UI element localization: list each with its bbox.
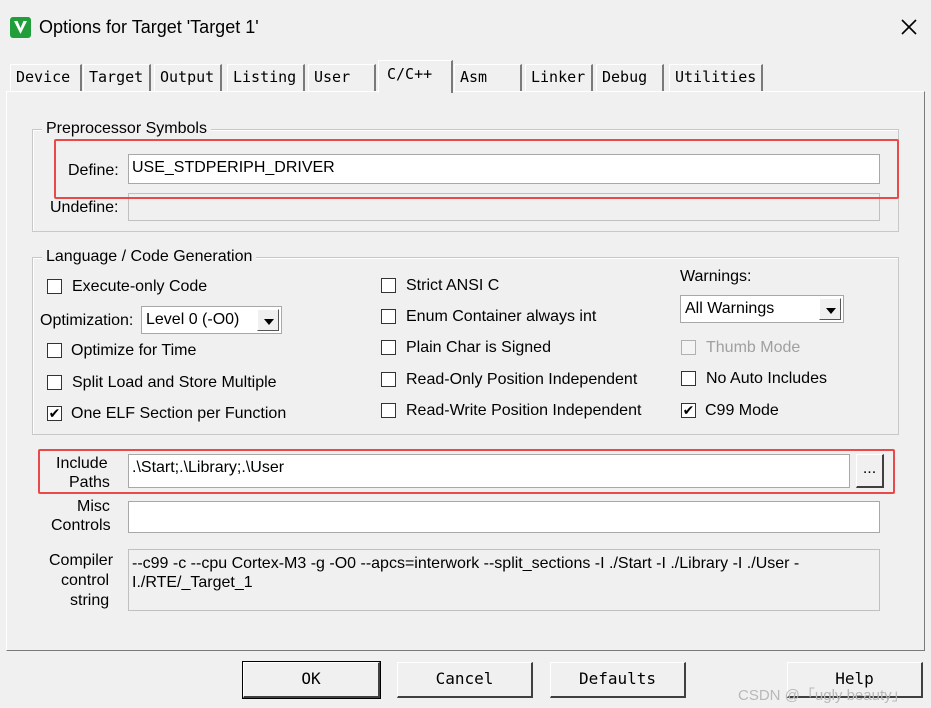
execute-only-label: Execute-only Code bbox=[72, 278, 208, 295]
define-highlight-box bbox=[54, 139, 899, 199]
tab-c-cpp[interactable]: C/C++ bbox=[378, 60, 453, 93]
misc-controls-label-2: Controls bbox=[51, 517, 111, 534]
close-button[interactable] bbox=[896, 14, 922, 40]
c99-mode-checkbox[interactable]: ✔ bbox=[681, 403, 696, 418]
chevron-down-icon[interactable] bbox=[819, 298, 841, 320]
window-title: Options for Target 'Target 1' bbox=[39, 17, 259, 37]
tab-listing[interactable]: Listing bbox=[227, 64, 305, 91]
rw-position-label: Read-Write Position Independent bbox=[406, 402, 642, 419]
tab-output[interactable]: Output bbox=[154, 64, 222, 91]
tab-target[interactable]: Target bbox=[83, 64, 151, 91]
rw-position-checkbox[interactable] bbox=[381, 403, 396, 418]
optimize-time-label: Optimize for Time bbox=[71, 342, 197, 359]
tab-debug[interactable]: Debug bbox=[596, 64, 664, 91]
tab-device[interactable]: Device bbox=[10, 64, 82, 91]
misc-controls-label-1: Misc bbox=[77, 498, 110, 515]
split-load-checkbox[interactable] bbox=[47, 375, 62, 390]
keil-uvision-icon bbox=[10, 17, 31, 38]
tab-strip: Device Target Output Listing User C/C++ … bbox=[0, 60, 931, 93]
strict-ansi-label: Strict ANSI C bbox=[406, 277, 500, 294]
defaults-button[interactable]: Defaults bbox=[550, 662, 686, 698]
cancel-button[interactable]: Cancel bbox=[397, 662, 533, 698]
warnings-label: Warnings: bbox=[680, 268, 752, 285]
strict-ansi-checkbox[interactable] bbox=[381, 278, 396, 293]
chevron-down-icon[interactable] bbox=[257, 309, 279, 331]
tab-user[interactable]: User bbox=[308, 64, 376, 91]
compiler-control-string[interactable]: --c99 -c --cpu Cortex-M3 -g -O0 --apcs=i… bbox=[128, 549, 880, 611]
ro-position-label: Read-Only Position Independent bbox=[406, 371, 638, 388]
no-auto-includes-checkbox[interactable] bbox=[681, 371, 696, 386]
optimization-select[interactable]: Level 0 (-O0) bbox=[141, 306, 282, 334]
plain-char-label: Plain Char is Signed bbox=[406, 339, 551, 356]
optimize-time-checkbox[interactable] bbox=[47, 343, 62, 358]
plain-char-checkbox[interactable] bbox=[381, 340, 396, 355]
title-bar: Options for Target 'Target 1' bbox=[0, 0, 931, 56]
tab-utilities[interactable]: Utilities bbox=[669, 64, 763, 91]
execute-only-checkbox[interactable] bbox=[47, 279, 62, 294]
optimization-label: Optimization: bbox=[40, 312, 134, 329]
c99-mode-label: C99 Mode bbox=[705, 402, 779, 419]
undefine-label: Undefine: bbox=[50, 199, 119, 216]
warnings-select[interactable]: All Warnings bbox=[680, 295, 844, 323]
enum-container-label: Enum Container always int bbox=[406, 308, 597, 325]
one-elf-label: One ELF Section per Function bbox=[71, 405, 287, 422]
language-group-title: Language / Code Generation bbox=[42, 248, 257, 266]
thumb-mode-label: Thumb Mode bbox=[706, 339, 801, 356]
include-highlight-box bbox=[38, 449, 895, 494]
enum-container-checkbox[interactable] bbox=[381, 309, 396, 324]
close-icon bbox=[901, 19, 917, 35]
no-auto-includes-label: No Auto Includes bbox=[706, 370, 827, 387]
one-elf-checkbox[interactable]: ✔ bbox=[47, 406, 62, 421]
compiler-label-2: control bbox=[61, 572, 110, 589]
thumb-mode-checkbox[interactable] bbox=[681, 340, 696, 355]
misc-controls-input[interactable] bbox=[128, 501, 880, 533]
compiler-label-1: Compiler bbox=[49, 552, 114, 569]
preprocessor-group-title: Preprocessor Symbols bbox=[42, 120, 211, 138]
ok-button[interactable]: OK bbox=[242, 661, 381, 699]
tab-linker[interactable]: Linker bbox=[525, 64, 593, 91]
warnings-value: All Warnings bbox=[685, 300, 775, 317]
ro-position-checkbox[interactable] bbox=[381, 372, 396, 387]
tab-asm[interactable]: Asm bbox=[454, 64, 522, 91]
split-load-label: Split Load and Store Multiple bbox=[72, 374, 277, 391]
compiler-label-3: string bbox=[70, 592, 110, 609]
watermark: CSDN @「ugly beauty」 bbox=[738, 687, 907, 704]
optimization-value: Level 0 (-O0) bbox=[146, 311, 240, 328]
